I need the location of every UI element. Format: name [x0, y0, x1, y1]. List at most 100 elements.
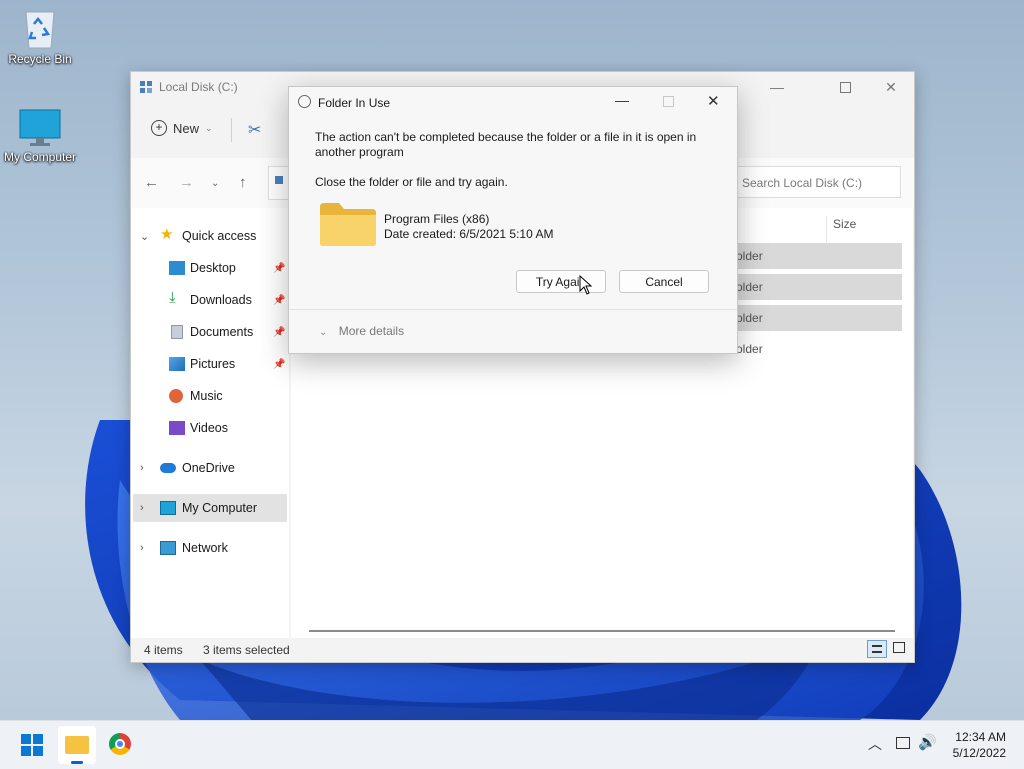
network-icon[interactable] — [896, 737, 910, 749]
more-details-toggle[interactable]: ⌄ More details — [319, 324, 404, 338]
folder-icon — [319, 201, 377, 250]
pin-icon[interactable]: 📌 — [273, 263, 285, 274]
nav-label: My Computer — [182, 501, 258, 515]
nav-item-pictures[interactable]: Pictures 📌 — [131, 350, 289, 378]
column-header-size[interactable]: Size — [833, 217, 856, 231]
chevron-down-icon: ⌄ — [319, 327, 328, 338]
taskbar-chrome[interactable] — [109, 733, 131, 755]
network-icon — [160, 541, 176, 555]
picture-icon — [169, 357, 185, 371]
nav-label: Downloads — [190, 293, 252, 307]
dialog-maximize-button — [663, 96, 674, 107]
up-button[interactable]: ↑ — [239, 174, 247, 191]
new-button[interactable]: + New ⌄ — [151, 120, 213, 136]
recent-locations-chevron-icon[interactable]: ⌄ — [211, 178, 219, 189]
desktop-icon-label: My Computer — [3, 150, 77, 164]
dialog-minimize-button[interactable]: — — [615, 92, 629, 108]
desktop-icon-my-computer[interactable]: My Computer — [0, 108, 80, 164]
search-input[interactable]: Search Local Disk (C:) — [731, 166, 901, 198]
folder-icon — [65, 736, 89, 754]
document-icon — [171, 325, 183, 339]
volume-icon[interactable]: 🔊 — [918, 733, 937, 751]
folder-date: Date created: 6/5/2021 5:10 AM — [384, 227, 554, 241]
monitor-icon — [160, 501, 176, 515]
nav-item-my-computer[interactable]: › My Computer — [133, 494, 287, 522]
active-indicator — [71, 761, 83, 764]
pin-icon[interactable]: 📌 — [273, 327, 285, 338]
nav-item-desktop[interactable]: Desktop 📌 — [131, 254, 289, 282]
dialog-title: Folder In Use — [318, 96, 391, 110]
clock[interactable]: 12:34 AM 5/12/2022 — [953, 729, 1006, 761]
pin-icon[interactable]: 📌 — [273, 359, 285, 370]
nav-label: Quick access — [182, 229, 257, 243]
nav-label: Pictures — [190, 357, 236, 371]
desktop-icon-recycle-bin[interactable]: Recycle Bin — [0, 6, 80, 66]
video-icon — [169, 421, 185, 435]
new-label: New — [173, 120, 200, 136]
list-icon — [872, 645, 882, 653]
toolbar-divider — [231, 118, 232, 142]
pin-icon[interactable]: 📌 — [273, 295, 285, 306]
status-bar: 4 items 3 items selected — [131, 638, 914, 662]
nav-item-onedrive[interactable]: › OneDrive — [131, 454, 289, 482]
clock-icon — [298, 95, 311, 108]
column-divider — [826, 216, 827, 242]
folder-in-use-dialog: Folder In Use — ✕ The action can't be co… — [288, 86, 738, 354]
cancel-button[interactable]: Cancel — [619, 270, 709, 293]
nav-item-quick-access[interactable]: ⌄ ★ Quick access — [131, 222, 289, 250]
minimize-icon: — — [770, 79, 784, 95]
dialog-instruction: Close the folder or file and try again. — [315, 175, 508, 189]
maximize-button[interactable] — [822, 72, 868, 102]
chevron-right-icon: › — [140, 462, 144, 474]
chevron-down-icon: ⌄ — [205, 122, 213, 133]
nav-item-videos[interactable]: Videos — [131, 414, 289, 442]
window-title: Local Disk (C:) — [159, 80, 238, 94]
nav-label: Network — [182, 541, 228, 555]
table-row[interactable]: older — [736, 305, 902, 331]
plus-circle-icon: + — [151, 120, 167, 136]
nav-item-network[interactable]: › Network — [131, 534, 289, 562]
close-button[interactable]: ✕ — [868, 72, 914, 102]
nav-item-documents[interactable]: Documents 📌 — [131, 318, 289, 346]
download-arrow-icon: ⤓ — [169, 289, 176, 306]
music-note-icon — [169, 389, 183, 403]
horizontal-scrollbar[interactable] — [309, 630, 895, 632]
clock-date: 5/12/2022 — [952, 746, 1006, 760]
windows-logo-icon — [21, 734, 43, 756]
nav-item-downloads[interactable]: ⤓ Downloads 📌 — [131, 286, 289, 314]
recycle-bin-icon — [22, 6, 58, 50]
mouse-cursor-icon — [579, 274, 593, 298]
nav-label: Music — [190, 389, 223, 403]
taskbar: ︿ 🔊 12:34 AM 5/12/2022 — [0, 720, 1024, 769]
selection-count: 3 items selected — [203, 643, 290, 657]
table-row[interactable]: older — [736, 336, 902, 362]
details-view-button[interactable] — [867, 640, 887, 658]
tiles-view-button[interactable] — [893, 642, 905, 653]
table-row[interactable]: older — [736, 274, 902, 300]
chevron-down-icon: ⌄ — [140, 230, 150, 243]
nav-label: Documents — [190, 325, 254, 339]
table-row[interactable]: older — [736, 243, 902, 269]
item-count: 4 items — [144, 643, 183, 657]
monitor-icon — [18, 108, 62, 148]
folder-name: Program Files (x86) — [384, 212, 490, 226]
dialog-divider — [289, 309, 737, 310]
close-icon: ✕ — [885, 78, 897, 95]
nav-item-music[interactable]: Music — [131, 382, 289, 410]
start-button[interactable] — [21, 734, 43, 756]
chevron-up-icon[interactable]: ︿ — [868, 734, 882, 754]
minimize-button[interactable]: — — [754, 72, 800, 102]
back-button[interactable]: ← — [144, 174, 159, 191]
dialog-message: The action can't be completed because th… — [315, 130, 697, 159]
navigation-pane: ⌄ ★ Quick access Desktop 📌 ⤓ Downloads 📌… — [131, 208, 289, 638]
explorer-app-icon — [139, 80, 153, 97]
cut-button[interactable]: ✂ — [248, 120, 261, 140]
dialog-close-button[interactable]: ✕ — [707, 92, 720, 110]
chevron-right-icon: › — [140, 502, 144, 514]
chrome-icon — [115, 739, 125, 749]
forward-button[interactable]: → — [179, 174, 194, 191]
taskbar-file-explorer[interactable] — [58, 726, 96, 764]
desktop-icon-label: Recycle Bin — [8, 52, 72, 66]
desktop-folder-icon — [169, 261, 185, 275]
nav-label: Desktop — [190, 261, 236, 275]
